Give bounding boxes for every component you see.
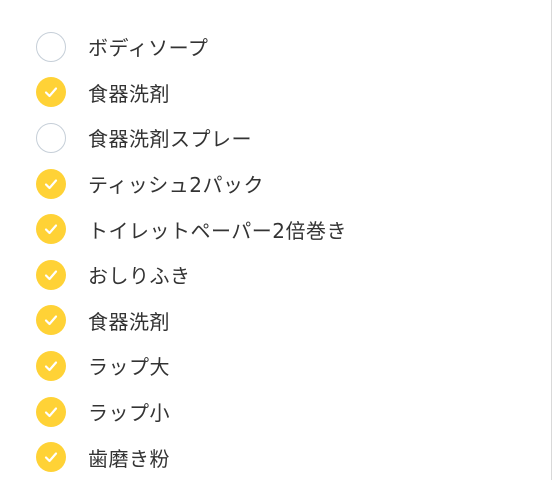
unchecked-checkbox[interactable] bbox=[36, 122, 66, 153]
item-label: 食器洗剤 bbox=[88, 81, 170, 106]
checked-checkbox[interactable] bbox=[36, 305, 66, 336]
checked-checkbox[interactable] bbox=[36, 442, 66, 473]
checked-checkbox[interactable] bbox=[36, 259, 66, 290]
check-icon bbox=[44, 270, 58, 280]
checklist-page: ボディソープ 食器洗剤 食器洗剤スプレー ティッシュ2パック トイレットペーパー2倍巻き… bbox=[0, 0, 555, 480]
item-label: ラップ小 bbox=[88, 401, 170, 426]
checked-checkbox[interactable] bbox=[36, 77, 66, 108]
list-item[interactable]: ラップ小 bbox=[36, 389, 347, 435]
check-icon bbox=[44, 224, 58, 235]
list-item[interactable]: トイレットペーパー2倍巻き bbox=[36, 206, 347, 252]
item-label: 食器洗剤スプレー bbox=[88, 127, 252, 152]
list-item[interactable]: 食器洗剤 bbox=[36, 70, 347, 116]
checked-checkbox[interactable] bbox=[36, 168, 66, 199]
list-item[interactable]: おしりふき bbox=[36, 252, 347, 298]
check-icon bbox=[44, 406, 58, 417]
unchecked-checkbox[interactable] bbox=[36, 31, 66, 62]
item-label: おしりふき bbox=[88, 264, 191, 289]
list-item[interactable]: 食器洗剤スプレー bbox=[36, 115, 347, 161]
item-label: トイレットペーパー2倍巻き bbox=[88, 218, 348, 243]
list-item[interactable]: ティッシュ2パック bbox=[36, 161, 347, 207]
list-item[interactable]: 食器洗剤 bbox=[36, 298, 347, 344]
check-icon bbox=[44, 178, 58, 189]
checked-checkbox[interactable] bbox=[36, 350, 66, 381]
item-label: ボディソープ bbox=[88, 36, 209, 61]
check-icon bbox=[44, 361, 58, 372]
item-label: ラップ大 bbox=[88, 355, 170, 380]
check-icon bbox=[44, 452, 58, 463]
item-label: 食器洗剤 bbox=[88, 309, 170, 334]
checked-checkbox[interactable] bbox=[36, 214, 66, 245]
list-item[interactable]: ラップ大 bbox=[36, 343, 347, 389]
shopping-checklist: ボディソープ 食器洗剤 食器洗剤スプレー ティッシュ2パック トイレットペーパー2倍巻き… bbox=[36, 24, 347, 480]
list-item[interactable]: 歯磨き粉 bbox=[36, 434, 347, 480]
item-label: 歯磨き粉 bbox=[88, 446, 170, 471]
checked-checkbox[interactable] bbox=[36, 396, 66, 427]
right-edge-divider bbox=[551, 0, 552, 480]
list-item[interactable]: ボディソープ bbox=[36, 24, 347, 70]
item-label: ティッシュ2パック bbox=[88, 173, 265, 198]
check-icon bbox=[44, 87, 58, 98]
check-icon bbox=[44, 315, 58, 326]
